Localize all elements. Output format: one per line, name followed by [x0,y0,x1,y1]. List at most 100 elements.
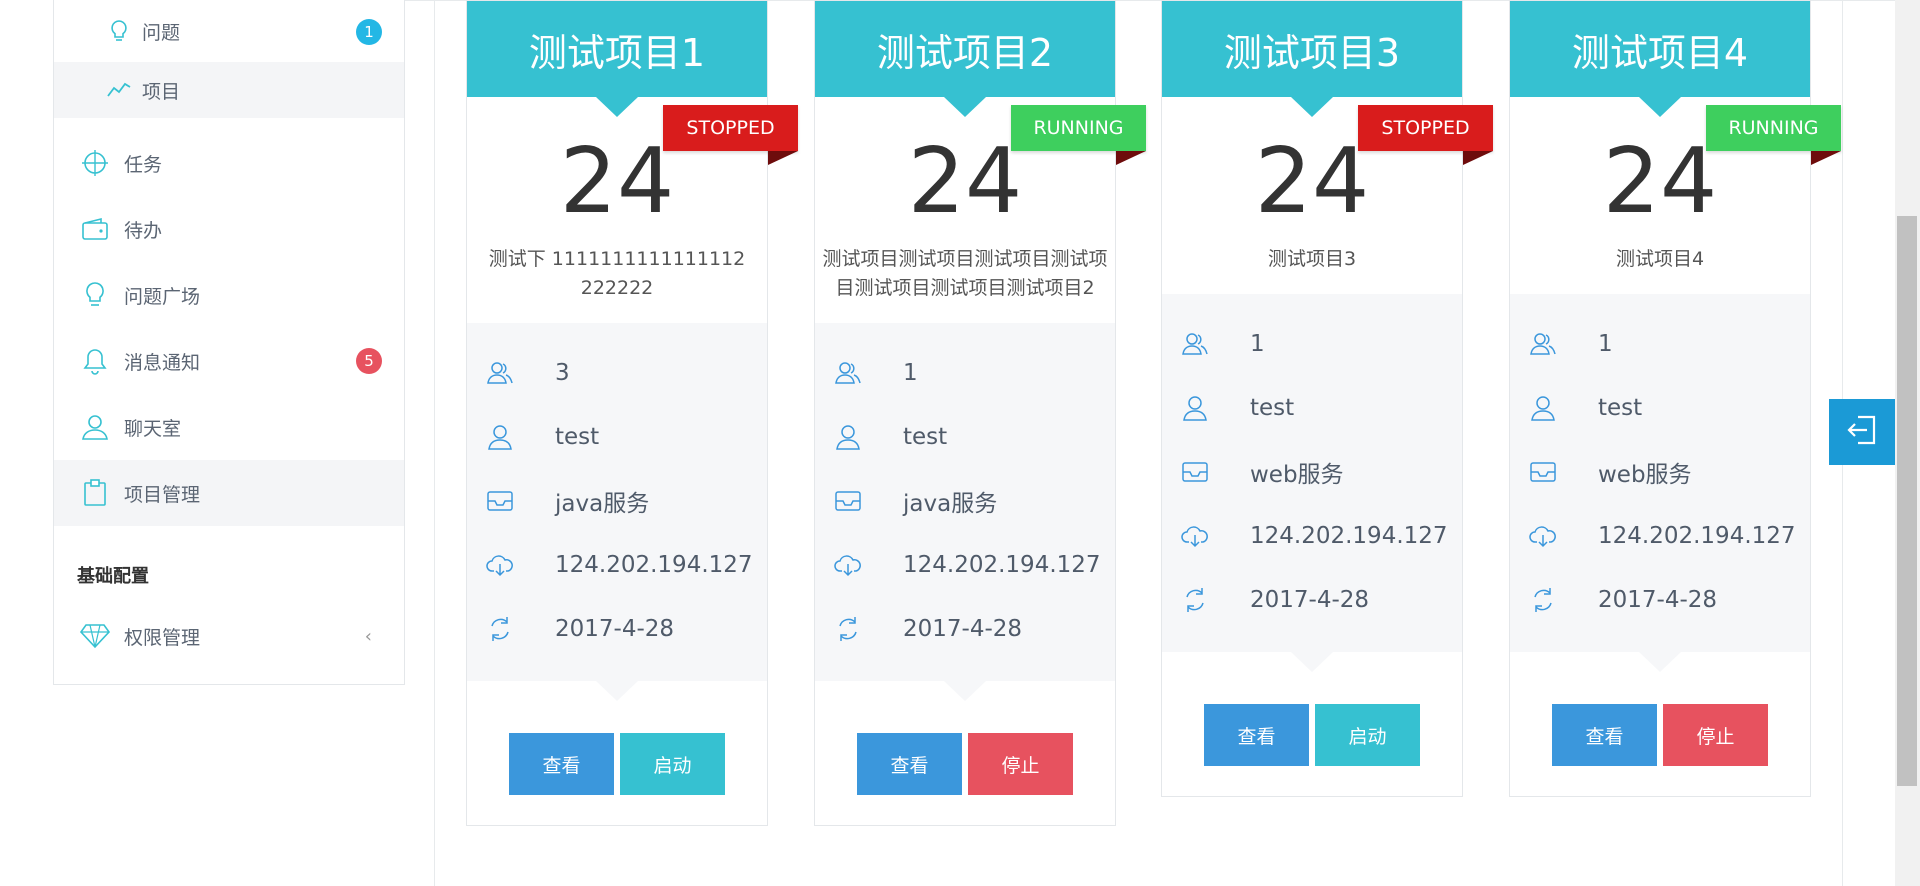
start-button[interactable]: 启动 [1315,704,1420,766]
inbox-icon [1528,457,1558,487]
sidebar-item-notifications[interactable]: 消息通知 5 [54,328,404,394]
members-row: 1 [1510,312,1810,376]
ip-value: 124.202.194.127 [1250,523,1448,549]
view-button[interactable]: 查看 [857,733,962,795]
cloud-download-icon [833,550,863,580]
owner-row: test [467,405,767,469]
chevron-left-icon: ‹ [364,625,372,647]
owner-row: test [1162,376,1462,440]
service-row: web服务 [1510,440,1810,504]
sidebar-item-permissions[interactable]: 权限管理 ‹ [54,603,404,669]
stop-button[interactable]: 停止 [1663,704,1768,766]
owner-value: test [555,424,600,450]
diamond-icon [80,621,110,651]
view-button[interactable]: 查看 [1552,704,1657,766]
card-info-panel: 1 test web服务 124.202.194.127 2017-4-28 [1510,294,1810,652]
card-title: 测试项目1 [467,1,767,97]
card-description: 测试项目3 [1267,248,1357,270]
cloud-download-icon [485,550,515,580]
bulb-icon [80,280,110,310]
start-button[interactable]: 启动 [620,733,725,795]
sidebar-section-title: 基础配置 [77,566,149,587]
bulb-icon [104,16,134,46]
logout-button[interactable] [1829,399,1895,465]
sidebar-item-chatroom[interactable]: 聊天室 [54,394,404,460]
sidebar-subitem-label: 项目 [142,80,181,103]
sidebar-item-project-management[interactable]: 项目管理 [54,460,404,526]
sidebar-subitem-label: 问题 [142,21,181,44]
sidebar-subitem-issues[interactable]: 问题 1 [54,0,404,62]
refresh-icon [833,614,863,644]
refresh-icon [485,614,515,644]
sidebar-item-label: 消息通知 [124,351,201,374]
status-ribbon: STOPPED [1358,105,1493,165]
card-description: 测试项目测试项目测试项目测试项目测试项目测试项目测试项目2 [822,248,1108,299]
card-title: 测试项目3 [1162,1,1462,97]
sidebar-item-tasks[interactable]: 任务 [54,130,404,196]
ip-value: 124.202.194.127 [903,552,1101,578]
date-row: 2017-4-28 [467,597,767,661]
card-info-panel: 1 test web服务 124.202.194.127 2017-4-28 [1162,294,1462,652]
inbox-icon [1180,457,1210,487]
user-icon [1180,393,1210,423]
status-ribbon: RUNNING [1706,105,1841,165]
user-icon [1528,393,1558,423]
service-value: web服务 [1598,462,1692,488]
date-value: 2017-4-28 [903,616,1023,642]
status-ribbon: STOPPED [663,105,798,165]
inbox-icon [833,486,863,516]
card-actions: 查看 启动 [1162,652,1462,796]
sidebar-item-label: 待办 [124,219,163,242]
cloud-download-icon [1180,521,1210,551]
clipboard-icon [80,478,110,508]
project-card: 测试项目2 RUNNING 24 测试项目测试项目测试项目测试项目测试项目测试项… [814,0,1146,826]
scrollbar-thumb[interactable] [1897,216,1917,786]
card-info-panel: 1 test java服务 124.202.194.127 2017-4-28 [815,323,1115,681]
owner-value: test [1250,395,1295,421]
members-value: 1 [903,360,918,386]
view-button[interactable]: 查看 [1204,704,1309,766]
status-ribbon: RUNNING [1011,105,1146,165]
sidebar-item-todo[interactable]: 待办 [54,196,404,262]
user-icon [80,412,110,442]
card-title: 测试项目2 [815,1,1115,97]
sidebar: 问题 1 项目 任务 待办 问题广场 消息通知 5 聊天室 项目管理 基础配置 … [53,0,405,685]
service-row: java服务 [467,469,767,533]
date-value: 2017-4-28 [1598,587,1718,613]
bell-icon [80,346,110,376]
owner-row: test [815,405,1115,469]
owner-value: test [903,424,948,450]
sidebar-item-issue-square[interactable]: 问题广场 [54,262,404,328]
sidebar-item-label: 任务 [124,153,163,176]
date-value: 2017-4-28 [555,616,675,642]
user-icon [485,422,515,452]
refresh-icon [1180,585,1210,615]
ip-value: 124.202.194.127 [1598,523,1796,549]
card-actions: 查看 停止 [1510,652,1810,796]
members-value: 3 [555,360,570,386]
service-row: java服务 [815,469,1115,533]
refresh-icon [1528,585,1558,615]
members-value: 1 [1598,331,1613,357]
issues-count-badge: 1 [356,19,382,45]
project-card: 测试项目1 STOPPED 24 测试下 1111111111111112222… [466,0,798,826]
stop-button[interactable]: 停止 [968,733,1073,795]
users-icon [1528,329,1558,359]
view-button[interactable]: 查看 [509,733,614,795]
date-row: 2017-4-28 [1162,568,1462,632]
members-row: 1 [815,341,1115,405]
ip-value: 124.202.194.127 [555,552,753,578]
members-row: 1 [1162,312,1462,376]
project-card: 测试项目4 RUNNING 24 测试项目4 1 test web服务 124.… [1509,0,1841,797]
service-value: java服务 [903,491,998,517]
card-actions: 查看 启动 [467,681,767,825]
sidebar-subitem-projects[interactable]: 项目 [54,62,404,118]
crosshair-icon [80,148,110,178]
sidebar-item-label: 项目管理 [124,483,201,506]
service-value: web服务 [1250,462,1344,488]
users-icon [1180,329,1210,359]
date-row: 2017-4-28 [815,597,1115,661]
logout-icon [1845,413,1879,451]
members-value: 1 [1250,331,1265,357]
sidebar-item-label: 权限管理 [124,626,201,649]
